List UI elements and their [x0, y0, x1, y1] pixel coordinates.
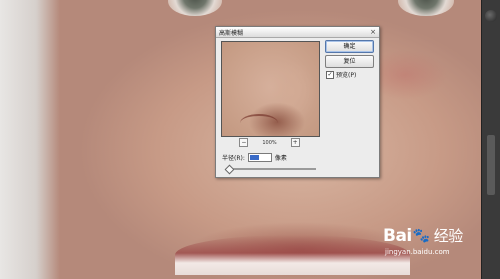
watermark-logo: Bai 🐾 经验	[383, 225, 493, 246]
watermark-logo-left: Bai	[383, 225, 412, 246]
zoom-level: 100%	[262, 139, 277, 146]
baidu-jingyan-watermark: Bai 🐾 经验 jingyan.baidu.com	[383, 225, 493, 273]
preview-checkbox[interactable]: ✓ 预览(P)	[326, 70, 356, 79]
panel-knob-icon[interactable]	[485, 10, 497, 22]
preview-nostril-shape	[240, 114, 278, 132]
gaussian-blur-dialog: 高斯模糊 × − 100% + 半径(R): 像素 确定 复位 ✓ 预览(P)	[215, 26, 380, 178]
mouth	[175, 235, 410, 275]
preview-label: 预览(P)	[336, 72, 357, 79]
radius-selection	[249, 155, 259, 160]
zoom-in-icon[interactable]: +	[290, 138, 300, 147]
radius-slider[interactable]	[224, 164, 316, 175]
ok-button[interactable]: 确定	[325, 40, 374, 53]
left-eye	[168, 0, 222, 16]
radius-input[interactable]	[247, 153, 272, 162]
radius-slider-thumb[interactable]	[224, 164, 235, 175]
right-eye	[398, 0, 454, 16]
dialog-titlebar[interactable]: 高斯模糊 ×	[216, 27, 379, 38]
baidu-paw-icon: 🐾	[412, 227, 430, 244]
reset-button[interactable]: 复位	[325, 55, 374, 68]
dialog-title: 高斯模糊	[219, 29, 244, 37]
watermark-url: jingyan.baidu.com	[385, 248, 450, 256]
checkmark-icon[interactable]: ✓	[326, 70, 334, 79]
close-icon[interactable]: ×	[370, 28, 376, 36]
zoom-controls: − 100% +	[221, 138, 318, 147]
radius-row: 半径(R): 像素	[222, 153, 287, 162]
radius-label: 半径(R):	[222, 155, 245, 162]
panel-scrollbar[interactable]	[487, 135, 495, 195]
radius-unit: 像素	[274, 155, 287, 162]
hair-region	[0, 0, 60, 279]
zoom-out-icon[interactable]: −	[239, 138, 249, 147]
watermark-logo-text: 经验	[433, 227, 464, 245]
blur-preview[interactable]	[221, 41, 320, 137]
